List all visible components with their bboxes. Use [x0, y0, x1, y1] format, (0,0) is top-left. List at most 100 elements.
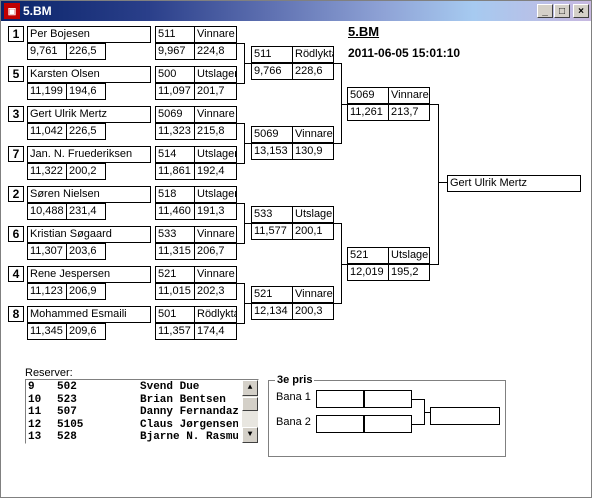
round2-score2: 228,6 — [292, 63, 334, 80]
round2-number[interactable]: 5069 — [251, 126, 293, 143]
seed-badge: 2 — [8, 186, 24, 202]
player-name[interactable]: Per Bojesen — [27, 26, 151, 43]
result-status: Vinnare — [194, 266, 237, 283]
player-name[interactable]: Søren Nielsen — [27, 186, 151, 203]
reserve-row[interactable]: 13 528 Bjarne N. Rasmussen — [28, 431, 238, 444]
result-score2: 201,7 — [194, 83, 237, 100]
result-score2: 202,3 — [194, 283, 237, 300]
reserves-list[interactable]: 9 502 Svend Due 10 523 Brian Bentsen 11 507 Dann… — [25, 379, 259, 444]
connector — [412, 399, 424, 400]
reserve-row[interactable]: 9 502 Svend Due — [28, 381, 238, 394]
result-number[interactable]: 521 — [155, 266, 195, 283]
app-icon[interactable]: ▣ — [4, 3, 20, 19]
player-score2: 203,6 — [66, 243, 106, 260]
title-bar[interactable]: ▣ 5.BM _ □ × — [1, 1, 591, 21]
reserve-row[interactable]: 12 5105 Claus Jørgensen — [28, 419, 238, 432]
minimize-button[interactable]: _ — [537, 4, 553, 18]
round2-number[interactable]: 521 — [251, 286, 293, 303]
seed-badge: 5 — [8, 66, 24, 82]
third-place-winner-field[interactable] — [430, 407, 500, 425]
round2-score1: 13,153 — [251, 143, 293, 160]
result-status: Utslagen — [194, 66, 237, 83]
lane2-number-field[interactable] — [316, 415, 364, 433]
connector — [244, 143, 251, 144]
result-score1: 11,323 — [155, 123, 195, 140]
player-name[interactable]: Jan. N. Fruederiksen — [27, 146, 151, 163]
connector — [334, 223, 341, 224]
player-name[interactable]: Kristian Søgaard — [27, 226, 151, 243]
round2-score1: 9,766 — [251, 63, 293, 80]
reserves-scrollbar[interactable]: ▲ ▼ — [242, 380, 258, 443]
seed-badge: 8 — [8, 306, 24, 322]
round2-score1: 12,134 — [251, 303, 293, 320]
reserve-row[interactable]: 11 507 Danny Fernandaz — [28, 406, 238, 419]
bracket-content: 5.BM 2011-06-05 15:01:10 1 Per Bojesen 9,7… — [1, 21, 591, 497]
result-status: Vinnare — [194, 226, 237, 243]
result-score1: 11,460 — [155, 203, 195, 220]
result-score2: 192,4 — [194, 163, 237, 180]
reserve-name: Claus Jørgensen — [140, 418, 238, 431]
player-score1: 10,488 — [27, 203, 67, 220]
scroll-thumb[interactable] — [242, 397, 258, 411]
reserve-row[interactable]: 10 523 Brian Bentsen — [28, 394, 238, 407]
reserve-pos: 12 — [28, 418, 42, 431]
player-name[interactable]: Karsten Olsen — [27, 66, 151, 83]
seed-badge: 1 — [8, 26, 24, 42]
scroll-down-icon[interactable]: ▼ — [242, 427, 258, 443]
lane2-status-field[interactable] — [364, 415, 412, 433]
result-score1: 11,315 — [155, 243, 195, 260]
reserves-label: Reserver: — [25, 367, 73, 379]
player-score1: 11,345 — [27, 323, 67, 340]
maximize-button[interactable]: □ — [554, 4, 570, 18]
connector — [244, 63, 251, 64]
round3-number[interactable]: 521 — [347, 247, 389, 264]
result-number[interactable]: 514 — [155, 146, 195, 163]
result-score2: 174,4 — [194, 323, 237, 340]
result-number[interactable]: 5069 — [155, 106, 195, 123]
result-status: Utslagen — [194, 186, 237, 203]
round3-status: Vinnare — [388, 87, 430, 104]
result-score1: 11,015 — [155, 283, 195, 300]
result-number[interactable]: 518 — [155, 186, 195, 203]
player-score1: 11,307 — [27, 243, 67, 260]
player-name[interactable]: Gert Ulrik Mertz — [27, 106, 151, 123]
connector — [412, 424, 424, 425]
scroll-up-icon[interactable]: ▲ — [242, 380, 258, 396]
reserve-pos: 10 — [28, 393, 42, 406]
reserve-name: Bjarne N. Rasmussen — [140, 431, 238, 444]
event-datetime: 2011-06-05 15:01:10 — [348, 46, 461, 60]
player-score1: 11,322 — [27, 163, 67, 180]
player-score2: 231,4 — [66, 203, 106, 220]
reserve-num: 502 — [57, 381, 77, 393]
round2-number[interactable]: 533 — [251, 206, 293, 223]
player-score2: 226,5 — [66, 43, 106, 60]
result-number[interactable]: 500 — [155, 66, 195, 83]
connector — [334, 303, 341, 304]
result-score1: 11,861 — [155, 163, 195, 180]
round3-score1: 12,019 — [347, 264, 389, 281]
lane1-number-field[interactable] — [316, 390, 364, 408]
close-button[interactable]: × — [573, 4, 589, 18]
player-score1: 11,199 — [27, 83, 67, 100]
result-number[interactable]: 533 — [155, 226, 195, 243]
round2-score2: 200,3 — [292, 303, 334, 320]
third-place-title: 3e pris — [275, 374, 315, 386]
connector — [334, 143, 341, 144]
result-score1: 11,097 — [155, 83, 195, 100]
round3-number[interactable]: 5069 — [347, 87, 389, 104]
player-score1: 11,123 — [27, 283, 67, 300]
player-name[interactable]: Mohammed Esmaili — [27, 306, 151, 323]
result-status: Vinnare — [194, 26, 237, 43]
winner-field[interactable]: Gert Ulrik Mertz — [447, 175, 581, 192]
result-number[interactable]: 501 — [155, 306, 195, 323]
lane1-status-field[interactable] — [364, 390, 412, 408]
result-status: Rödlykta — [194, 306, 237, 323]
player-score2: 226,5 — [66, 123, 106, 140]
result-score2: 206,7 — [194, 243, 237, 260]
result-score2: 215,8 — [194, 123, 237, 140]
player-name[interactable]: Rene Jespersen — [27, 266, 151, 283]
seed-badge: 3 — [8, 106, 24, 122]
round2-number[interactable]: 511 — [251, 46, 293, 63]
result-number[interactable]: 511 — [155, 26, 195, 43]
result-status: Utslagen — [194, 146, 237, 163]
